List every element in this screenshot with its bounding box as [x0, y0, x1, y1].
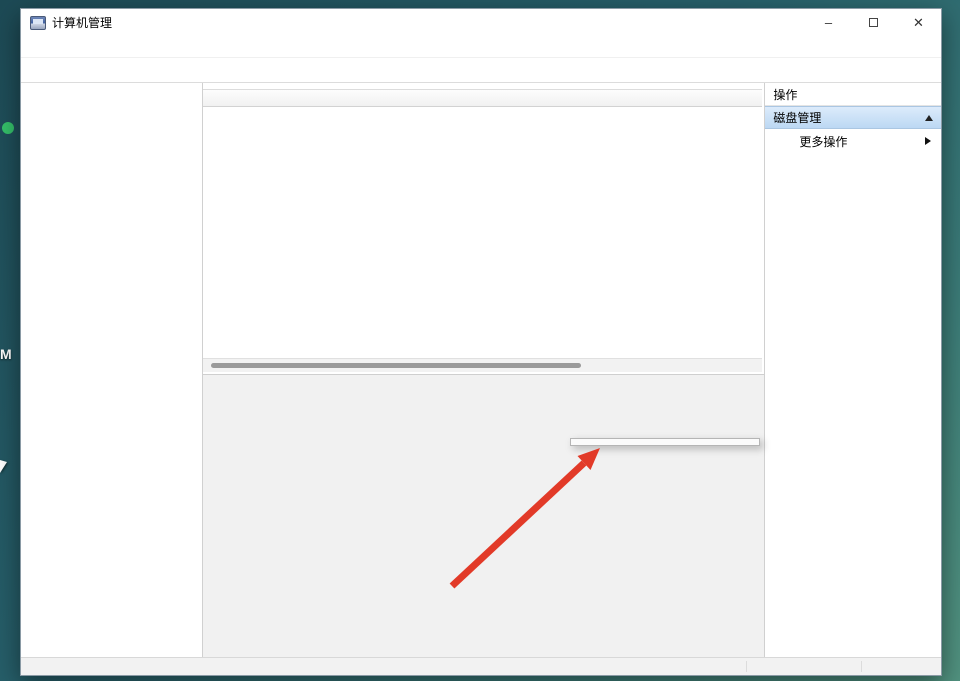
window-title: 计算机管理: [52, 14, 112, 31]
maximize-icon: [869, 18, 878, 27]
app-icon: [30, 16, 46, 30]
actions-pane: 操作 磁盘管理 更多操作: [764, 83, 941, 659]
actions-section-label: 磁盘管理: [773, 109, 821, 126]
disk-management-view: [203, 83, 765, 659]
title-bar: 计算机管理 – ✕: [21, 9, 941, 36]
submenu-arrow-icon: [925, 137, 931, 145]
graphical-view: [203, 376, 765, 659]
toolbar: [21, 58, 941, 83]
computer-management-window: 计算机管理 – ✕ 操作 磁盘管理: [20, 8, 942, 676]
volume-list-header: [203, 89, 763, 107]
console-tree: [21, 83, 203, 659]
volume-list: [203, 83, 765, 375]
status-bar: [21, 657, 941, 675]
status-divider: [861, 661, 862, 672]
mouse-cursor: [0, 460, 7, 473]
partition-context-menu: [570, 438, 760, 446]
collapse-icon[interactable]: [925, 115, 933, 121]
desktop-label-fragment: M: [0, 346, 12, 362]
more-actions-item[interactable]: 更多操作: [765, 129, 941, 153]
close-button[interactable]: ✕: [896, 9, 941, 36]
minimize-button[interactable]: –: [806, 9, 851, 36]
actions-section-disk-management[interactable]: 磁盘管理: [765, 106, 941, 129]
actions-title: 操作: [765, 83, 941, 106]
scrollbar-thumb[interactable]: [211, 363, 581, 368]
maximize-button[interactable]: [851, 9, 896, 36]
more-actions-label: 更多操作: [799, 133, 847, 150]
horizontal-scrollbar[interactable]: [203, 358, 763, 372]
desktop-icon-fragment: [2, 122, 14, 134]
menu-bar: [21, 36, 941, 58]
status-divider: [746, 661, 747, 672]
